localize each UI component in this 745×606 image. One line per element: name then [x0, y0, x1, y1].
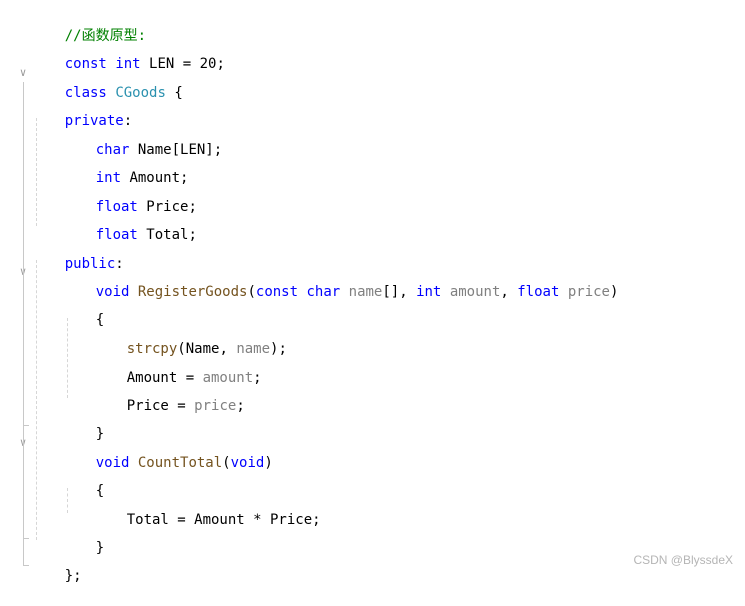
code-line-8: float Total; [62, 205, 197, 243]
keyword-const: const [255, 284, 299, 300]
indent-guide [36, 260, 37, 540]
code-text: ; [253, 370, 262, 386]
code-line-12: strcpy(Name, name); [93, 319, 287, 357]
code-text: { [165, 85, 183, 101]
code-line-5: char Name[LEN]; [62, 120, 222, 158]
code-line-13: Amount = amount; [93, 348, 262, 386]
code-text: Total; [137, 227, 197, 243]
code-line-16: void CountTotal(void) [62, 433, 273, 471]
code-text: ) [264, 455, 273, 471]
code-line-18: Total = Amount * Price; [93, 490, 321, 528]
code-line-2: const int LEN = 20; [31, 34, 225, 72]
watermark: CSDN @BlyssdeX [633, 553, 733, 567]
code-line-10: void RegisterGoods(const char name[], in… [62, 262, 619, 300]
keyword-char: char [306, 284, 341, 300]
code-text: , [500, 284, 518, 300]
parameter-price: price [567, 284, 610, 300]
code-line-7: float Price; [62, 177, 197, 215]
parameter-name: name [348, 284, 383, 300]
code-text: ( [247, 284, 256, 300]
code-line-19: } [62, 518, 104, 556]
keyword-float: float [517, 284, 560, 300]
code-line-20: }; [31, 546, 82, 584]
code-line-15: } [62, 404, 104, 442]
function-name: RegisterGoods [137, 284, 248, 300]
code-line-17: { [62, 461, 104, 499]
code-line-14: Price = price; [93, 376, 245, 414]
class-fold-end-tick [23, 565, 29, 566]
fold-class-icon[interactable]: ∨ [17, 67, 29, 79]
parameter-price: price [194, 398, 237, 414]
register-fold-end-tick [23, 425, 29, 426]
close-brace: } [95, 540, 105, 556]
code-line-6: int Amount; [62, 148, 189, 186]
code-text: ) [610, 284, 619, 300]
code-text: ); [270, 341, 287, 357]
code-text: Total = Amount * Price; [126, 512, 321, 528]
count-fold-line [23, 452, 24, 538]
code-line-1: //函数原型: [31, 6, 146, 44]
parameter-amount: amount [449, 284, 501, 300]
function-name: CountTotal [137, 455, 223, 471]
code-line-4: private: [31, 91, 132, 129]
code-text: Price = [126, 398, 195, 414]
count-fold-end-tick [23, 538, 29, 539]
register-fold-line [23, 281, 24, 426]
code-editor[interactable]: ∨ ∨ ∨ //函数原型: const int LEN = 20; class … [0, 0, 745, 584]
code-text: ; [236, 398, 245, 414]
code-text: [], [382, 284, 417, 300]
keyword-int: int [416, 284, 442, 300]
code-line-3: class CGoods { [31, 63, 183, 101]
keyword-void: void [230, 455, 265, 471]
code-text: ( [222, 455, 231, 471]
code-line-11: { [62, 290, 104, 328]
code-line-9: public: [31, 234, 124, 272]
class-close: }; [64, 568, 82, 584]
